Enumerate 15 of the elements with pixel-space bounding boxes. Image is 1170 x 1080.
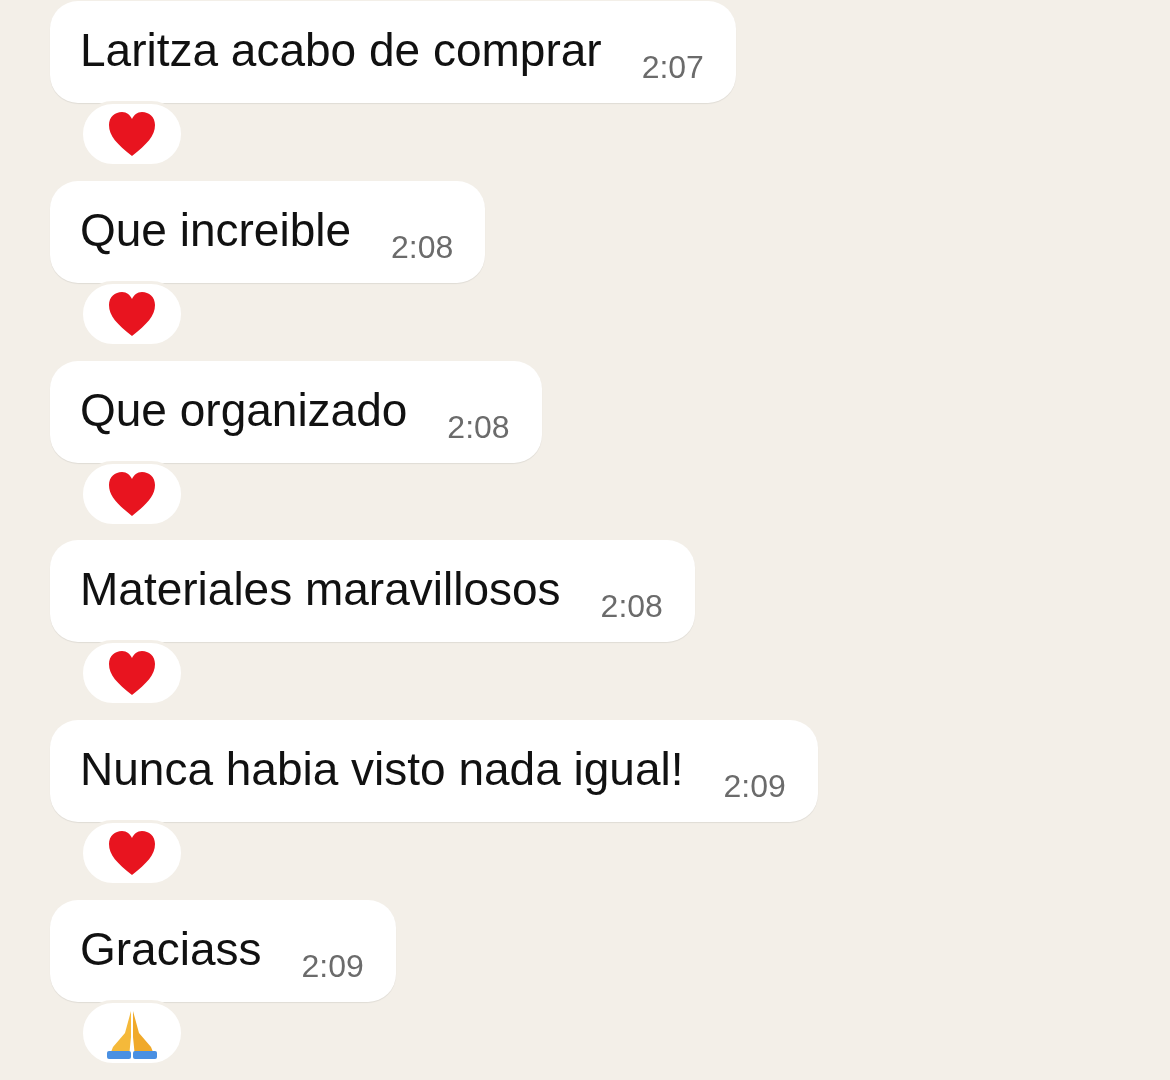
message-time: 2:08 — [447, 410, 510, 443]
message-text: Materiales maravillosos — [80, 566, 561, 613]
message-time: 2:09 — [301, 950, 364, 983]
message-time: 2:09 — [723, 770, 786, 803]
heart-icon — [107, 110, 157, 158]
heart-icon — [107, 829, 157, 878]
message-text: Graciass — [80, 926, 262, 973]
message-time: 2:08 — [600, 590, 663, 623]
message-text: Que increible — [80, 206, 352, 253]
message-time: 2:08 — [391, 230, 454, 263]
message-text: Nunca habia visto nada igual! — [80, 746, 684, 793]
heart-icon — [107, 289, 157, 338]
heart-icon — [107, 649, 157, 698]
message-time: 2:07 — [641, 51, 704, 83]
heart-icon — [107, 469, 157, 518]
